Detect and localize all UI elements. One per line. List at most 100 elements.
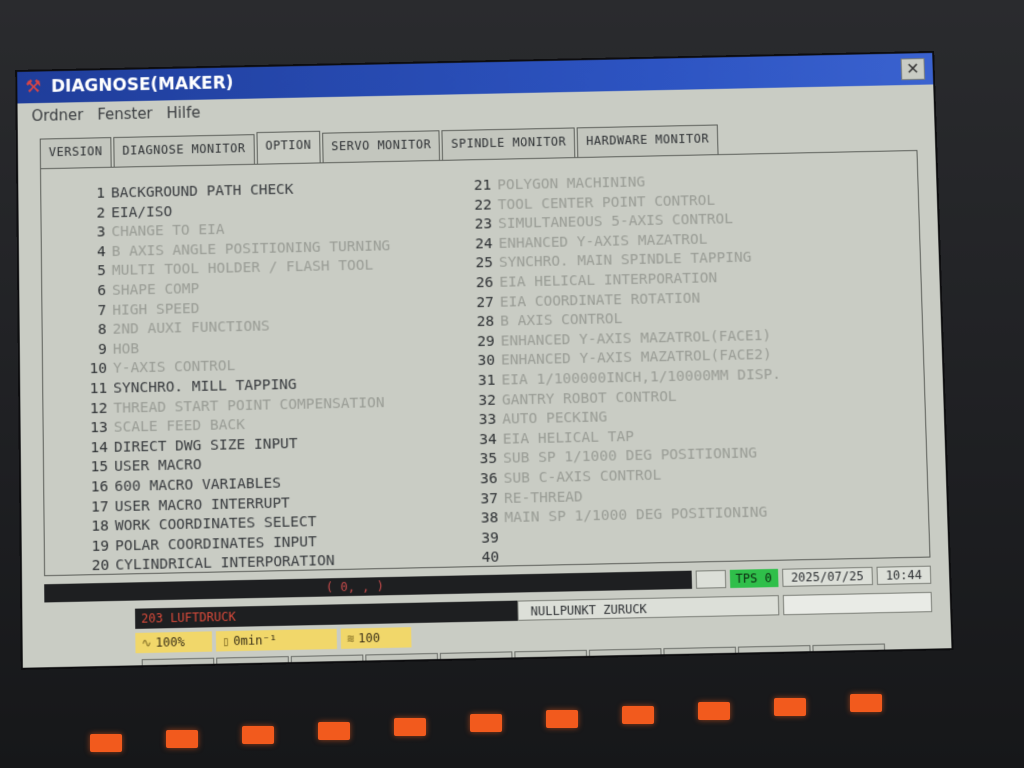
menu-fenster[interactable]: Fenster — [97, 105, 153, 124]
option-label: 2ND AUXI FUNCTIONS — [112, 318, 270, 338]
tab-version[interactable]: VERSION — [39, 137, 112, 169]
option-label: 600 MACRO VARIABLES — [114, 475, 281, 495]
feed-override: ∿ 100% — [135, 631, 213, 654]
option-number: 10 — [89, 361, 108, 378]
option-label: BACKGROUND PATH CHECK — [110, 181, 294, 202]
alarm-message: 203 LUFTDRUCK — [134, 600, 518, 629]
hardware-softkey-button[interactable] — [242, 726, 274, 744]
option-number: 6 — [97, 283, 107, 300]
option-number: 3 — [96, 224, 106, 241]
menu-ordner[interactable]: Ordner — [31, 106, 83, 125]
status-indicator — [695, 569, 726, 589]
hardware-softkey-button[interactable] — [470, 714, 502, 732]
spindle-speed: ▯ 0min⁻¹ — [215, 628, 337, 652]
option-number: 12 — [89, 400, 108, 417]
option-number: 40 — [481, 549, 500, 567]
cnc-screen: ⚒ DIAGNOSE(MAKER) ✕ Ordner Fenster Hilfe… — [15, 50, 954, 670]
option-number: 18 — [91, 518, 109, 535]
hardware-softkey-button[interactable] — [622, 706, 654, 724]
option-label: HIGH SPEED — [112, 300, 200, 319]
tab-servo-monitor[interactable]: SERVO MONITOR — [322, 130, 441, 163]
option-number: 29 — [477, 333, 495, 350]
option-label: Y-AXIS CONTROL — [112, 358, 236, 378]
option-number: 16 — [90, 479, 109, 496]
hardware-softkey-button[interactable] — [394, 718, 426, 736]
option-number: 26 — [475, 274, 494, 292]
option-label: GANTRY ROBOT CONTROL — [501, 388, 677, 409]
time-display: 10:44 — [876, 565, 932, 585]
hardware-softkey-button[interactable] — [318, 722, 350, 740]
close-button[interactable]: ✕ — [900, 58, 926, 81]
option-number: 11 — [89, 380, 108, 398]
option-label: CHANGE TO EIA — [111, 222, 225, 241]
option-number: 37 — [480, 490, 499, 508]
option-number: 1 — [96, 185, 106, 202]
option-label: SHAPE COMP — [112, 281, 200, 299]
option-number: 33 — [478, 411, 497, 429]
option-label: POLAR COORDINATES INPUT — [115, 533, 317, 555]
option-label: AUTO PECKING — [502, 409, 608, 428]
hardware-softkey-button[interactable] — [850, 694, 882, 712]
hardware-keys — [80, 690, 900, 752]
date-display: 2025/07/25 — [781, 566, 873, 587]
option-label: B AXIS CONTROL — [500, 311, 623, 330]
hardware-softkey-button[interactable] — [166, 730, 198, 748]
option-number: 19 — [91, 538, 110, 555]
hardware-softkey-button[interactable] — [698, 702, 730, 720]
option-number: 7 — [97, 302, 107, 319]
menu-hilfe[interactable]: Hilfe — [166, 104, 200, 122]
rapid-wave-icon: ≋ — [346, 631, 355, 646]
hardware-softkey-button[interactable] — [90, 734, 122, 752]
option-label: EIA HELICAL TAP — [502, 428, 635, 448]
option-number: 31 — [477, 372, 496, 390]
option-label: SYNCHRO. MILL TAPPING — [113, 376, 297, 397]
tab-option[interactable]: OPTION — [256, 130, 321, 164]
option-number: 38 — [480, 510, 499, 527]
option-number: 5 — [97, 263, 107, 280]
option-label: POLYGON MACHINING — [497, 174, 646, 194]
option-number: 20 — [91, 557, 110, 575]
option-label: USER MACRO INTERRUPT — [114, 494, 291, 515]
hardware-softkey-button[interactable] — [774, 698, 806, 716]
option-number: 2 — [96, 205, 106, 222]
spindle-icon: ▯ — [221, 634, 230, 649]
option-number: 13 — [90, 420, 108, 437]
option-number: 21 — [473, 177, 492, 194]
option-label: DIRECT DWG SIZE INPUT — [113, 435, 298, 456]
option-number: 27 — [476, 294, 494, 311]
option-number: 22 — [474, 197, 492, 214]
option-list-left: 1 BACKGROUND PATH CHECK 2 EIA/ISO 3 CHANGE TO… — [77, 180, 396, 579]
tab-diagnose-monitor[interactable]: DIAGNOSE MONITOR — [113, 134, 255, 167]
option-number: 34 — [479, 431, 497, 448]
option-label: TOOL CENTER POINT CONTROL — [497, 192, 716, 213]
option-number: 30 — [477, 353, 496, 370]
option-label: HOB — [112, 340, 140, 358]
tab-hardware-monitor[interactable]: HARDWARE MONITOR — [576, 124, 719, 158]
feed-override-value: 100% — [155, 634, 185, 650]
option-label: SUB C-AXIS CONTROL — [503, 467, 662, 487]
option-label: ENHANCED Y-AXIS MAZATROL — [498, 231, 708, 252]
option-number: 4 — [96, 244, 106, 261]
option-panel: 1 BACKGROUND PATH CHECK 2 EIA/ISO 3 CHANGE TO… — [40, 149, 931, 579]
option-list-right: 21 POLYGON MACHINING 22 TOOL CENTER POINT C… — [463, 172, 786, 570]
option-number: 36 — [479, 470, 498, 488]
mode-message: NULLPUNKT ZURUCK — [517, 595, 780, 621]
option-number: 17 — [91, 498, 109, 516]
option-label: RE-THREAD — [503, 488, 584, 507]
app-icon: ⚒ — [25, 76, 42, 98]
option-label: USER MACRO — [114, 457, 202, 476]
hardware-softkey-button[interactable] — [546, 710, 578, 728]
option-label: SCALE FEED BACK — [113, 417, 246, 436]
option-label: CYLINDRICAL INTERPORATION — [115, 553, 335, 574]
spindle-speed-value: 0min⁻¹ — [233, 633, 278, 649]
option-number: 39 — [481, 529, 500, 547]
mode-blank — [782, 591, 933, 616]
option-number: 8 — [97, 322, 107, 339]
option-number: 9 — [97, 341, 107, 358]
rapid-override-value: 100 — [358, 630, 381, 646]
tab-spindle-monitor[interactable]: SPINDLE MONITOR — [441, 127, 576, 160]
option-number: 25 — [475, 255, 494, 272]
option-label: EIA COORDINATE ROTATION — [499, 290, 701, 311]
option-number: 14 — [90, 439, 109, 457]
option-number: 35 — [479, 451, 498, 468]
